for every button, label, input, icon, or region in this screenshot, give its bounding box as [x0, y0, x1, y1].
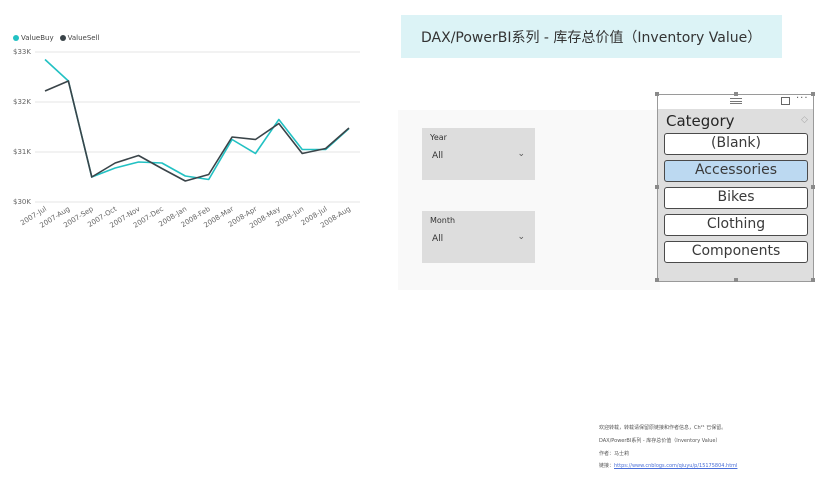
- focus-mode-icon[interactable]: [781, 97, 790, 105]
- category-item-blank[interactable]: (Blank): [664, 133, 808, 155]
- footer-notice: 欢迎转载，转载请保留原链接和作者信息，Ch²¹ 已保留。: [599, 425, 727, 431]
- resize-handle[interactable]: [655, 92, 659, 96]
- footer-title: DAX/PowerBI系列 - 库存总价值（Inventory Value）: [599, 438, 721, 444]
- resize-handle[interactable]: [655, 278, 659, 282]
- clear-selection-icon[interactable]: ◇: [801, 115, 808, 125]
- y-tick-label: $30K: [13, 198, 31, 206]
- line-chart[interactable]: $30K$31K$32K$33K2007-Jul2007-Aug2007-Sep…: [0, 40, 360, 240]
- resize-handle[interactable]: [811, 92, 815, 96]
- chevron-down-icon[interactable]: ⌄: [517, 149, 525, 159]
- category-item-bikes[interactable]: Bikes: [664, 187, 808, 209]
- category-item-clothing[interactable]: Clothing: [664, 214, 808, 236]
- resize-handle[interactable]: [734, 278, 738, 282]
- resize-handle[interactable]: [811, 278, 815, 282]
- y-tick-label: $32K: [13, 98, 31, 106]
- y-tick-label: $33K: [13, 48, 31, 56]
- month-slicer-value: All: [432, 234, 444, 244]
- report-title: DAX/PowerBI系列 - 库存总价值（Inventory Value）: [421, 29, 762, 46]
- footer-link-line: 链接：https://www.cnblogs.com/qiuyu/p/15175…: [599, 462, 737, 469]
- y-tick-label: $31K: [13, 148, 31, 156]
- resize-handle[interactable]: [811, 185, 815, 189]
- category-item-accessories[interactable]: Accessories: [664, 160, 808, 182]
- month-slicer-label: Month: [430, 216, 456, 225]
- category-slicer-title: Category: [666, 112, 735, 130]
- drag-grip-icon[interactable]: [730, 98, 742, 104]
- year-slicer-value: All: [432, 151, 444, 161]
- year-slicer-label: Year: [430, 133, 447, 142]
- month-slicer[interactable]: Month All ⌄: [422, 211, 535, 263]
- category-slicer[interactable]: ··· Category ◇ (Blank) Accessories Bikes…: [655, 92, 815, 282]
- resize-handle[interactable]: [655, 185, 659, 189]
- more-options-icon[interactable]: ···: [796, 93, 809, 104]
- category-item-components[interactable]: Components: [664, 241, 808, 263]
- chevron-down-icon[interactable]: ⌄: [517, 232, 525, 242]
- year-slicer[interactable]: Year All ⌄: [422, 128, 535, 180]
- series-line-valuebuy: [44, 58, 350, 181]
- footer-link-prefix: 链接：: [599, 463, 615, 469]
- footer-link[interactable]: https://www.cnblogs.com/qiuyu/p/15175804…: [614, 463, 737, 469]
- footer-author: 作者：马士莉: [599, 451, 630, 457]
- title-banner: DAX/PowerBI系列 - 库存总价值（Inventory Value）: [401, 15, 782, 58]
- resize-handle[interactable]: [734, 92, 738, 96]
- series-line-valuesell: [44, 80, 350, 182]
- report-canvas: ValueBuy ValueSell $30K $31K $32K $33K 2007-…: [0, 0, 825, 481]
